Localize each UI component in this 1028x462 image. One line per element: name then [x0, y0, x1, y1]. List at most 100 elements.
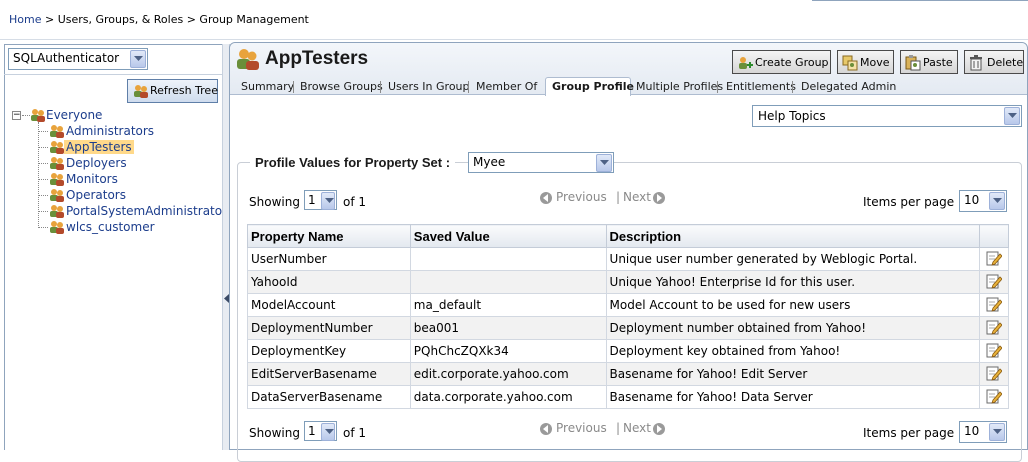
- tree-node-monitors[interactable]: Monitors: [38, 172, 218, 187]
- tab-multiple-profiles[interactable]: Multiple Profiles: [636, 80, 723, 93]
- move-button[interactable]: Move: [837, 50, 894, 74]
- edit-icon[interactable]: [986, 273, 1003, 292]
- divider: [4, 74, 223, 75]
- pager-separator: |: [616, 421, 621, 435]
- items-per-page-select[interactable]: 10: [959, 190, 1007, 212]
- chevron-down-icon[interactable]: [989, 192, 1005, 210]
- pager-separator: |: [616, 190, 621, 204]
- saved-value-cell: edit.corporate.yahoo.com: [409, 362, 607, 386]
- saved-value-cell: data.corporate.yahoo.com: [409, 385, 607, 409]
- property-table: Property Name Saved Value Description Us…: [247, 224, 1009, 409]
- tree-node-portalsystemadministrators[interactable]: PortalSystemAdministrators: [38, 204, 222, 219]
- tree-node-apptesters[interactable]: AppTesters: [38, 140, 218, 155]
- previous-label: Previous: [556, 421, 607, 435]
- edit-icon[interactable]: [986, 250, 1003, 269]
- chevron-down-icon[interactable]: [321, 192, 335, 210]
- tree-node-deployers[interactable]: Deployers: [38, 156, 218, 171]
- help-topics-select[interactable]: Help Topics: [752, 105, 1022, 127]
- chevron-down-icon[interactable]: [596, 154, 612, 172]
- showing-label: Showing: [249, 195, 300, 209]
- tree-connector: [38, 131, 48, 132]
- tree-node-operators[interactable]: Operators: [38, 188, 218, 203]
- create-group-button[interactable]: Create Group: [732, 50, 831, 74]
- tab-member-of[interactable]: Member Of: [476, 80, 537, 93]
- description-cell: Deployment key obtained from Yahoo!: [605, 339, 981, 363]
- paste-button[interactable]: Paste: [900, 50, 958, 74]
- tab-summary[interactable]: Summary: [241, 80, 294, 93]
- group-icon: [49, 156, 65, 173]
- table-row: DataServerBasename data.corporate.yahoo.c…: [247, 385, 1009, 409]
- tab-divider: [380, 81, 381, 93]
- breadcrumb-home-link[interactable]: Home: [9, 13, 41, 26]
- tab-delegated-admin[interactable]: Delegated Admin: [801, 80, 896, 93]
- arrow-right-icon: [652, 422, 666, 439]
- page-value: 1: [308, 193, 316, 207]
- refresh-tree-label: Refresh Tree: [150, 84, 218, 97]
- page-value: 1: [308, 424, 316, 438]
- property-set-value: Myee: [473, 155, 506, 169]
- property-name-cell: ModelAccount: [247, 293, 411, 317]
- items-per-page-label: Items per page: [863, 426, 955, 440]
- authenticator-select[interactable]: SQLAuthenticator: [8, 48, 148, 70]
- paste-icon: [905, 55, 921, 74]
- tree-node-everyone[interactable]: Everyone: [30, 108, 150, 123]
- chevron-down-icon[interactable]: [1004, 107, 1020, 125]
- tree-node-wlcs-customer[interactable]: wlcs_customer: [38, 220, 218, 235]
- group-icon: [49, 140, 65, 157]
- saved-value-cell: bea001: [409, 316, 607, 340]
- saved-value-cell: [409, 270, 607, 294]
- help-topics-value: Help Topics: [758, 109, 826, 123]
- showing-label: Showing: [249, 426, 300, 440]
- edit-cell: [979, 270, 1009, 294]
- edit-icon[interactable]: [986, 365, 1003, 384]
- top-divider: [812, 0, 1028, 2]
- tree-connector: [38, 211, 48, 212]
- description-cell: Unique Yahoo! Enterprise Id for this use…: [605, 270, 981, 294]
- items-per-page-label: Items per page: [863, 195, 955, 209]
- create-group-label: Create Group: [755, 56, 829, 69]
- chevron-down-icon[interactable]: [130, 50, 146, 68]
- delete-button[interactable]: Delete: [964, 50, 1024, 74]
- chevron-down-icon[interactable]: [321, 423, 335, 441]
- page-count-label: of 1: [343, 426, 367, 440]
- tab-group-profile[interactable]: Group Profile: [552, 80, 634, 93]
- column-header-property-name: Property Name: [247, 224, 411, 248]
- group-tree-panel: [4, 44, 223, 450]
- chevron-down-icon[interactable]: [989, 423, 1005, 441]
- edit-icon[interactable]: [986, 319, 1003, 338]
- property-set-select[interactable]: Myee: [468, 152, 614, 173]
- table-row: YahooId Unique Yahoo! Enterprise Id for t…: [247, 270, 1009, 294]
- tree-connector: [38, 179, 48, 180]
- description-cell: Unique user number generated by Weblogic…: [605, 247, 981, 271]
- edit-cell: [979, 385, 1009, 409]
- group-icon: [133, 84, 149, 101]
- edit-icon[interactable]: [986, 342, 1003, 361]
- tree-node-label: Administrators: [66, 124, 155, 138]
- table-row: ModelAccount ma_default Model Account to b…: [247, 293, 1009, 317]
- tab-browse-groups[interactable]: Browse Groups: [300, 80, 383, 93]
- tab-divider: [717, 81, 718, 93]
- tree-node-label: AppTesters: [64, 140, 134, 154]
- tab-divider: [792, 81, 793, 93]
- edit-cell: [979, 293, 1009, 317]
- tree-connector: [38, 195, 48, 196]
- edit-icon[interactable]: [986, 296, 1003, 315]
- tree-node-administrators[interactable]: Administrators: [38, 124, 218, 139]
- property-name-cell: YahooId: [247, 270, 411, 294]
- items-per-page-select[interactable]: 10: [959, 421, 1007, 443]
- page-select[interactable]: 1: [304, 190, 337, 210]
- tab-users-in-group[interactable]: Users In Group: [388, 80, 470, 93]
- page-select[interactable]: 1: [304, 421, 337, 441]
- collapse-toggle-icon[interactable]: −: [12, 111, 21, 120]
- refresh-tree-button[interactable]: Refresh Tree: [127, 79, 218, 103]
- description-cell: Deployment number obtained from Yahoo!: [605, 316, 981, 340]
- edit-icon[interactable]: [986, 388, 1003, 407]
- group-icon: [236, 48, 260, 73]
- add-group-icon: [737, 55, 753, 74]
- previous-label: Previous: [556, 190, 607, 204]
- page-title: AppTesters: [265, 48, 369, 69]
- arrow-left-icon: [539, 191, 553, 208]
- tab-entitlements[interactable]: Entitlements: [726, 80, 796, 93]
- group-icon: [49, 124, 65, 141]
- saved-value-cell: [409, 247, 607, 271]
